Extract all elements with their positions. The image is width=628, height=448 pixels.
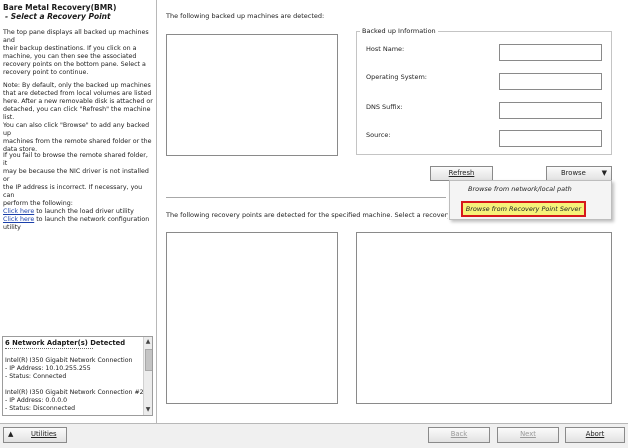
browse-network-local-option[interactable]: Browse from network/local path xyxy=(468,185,572,193)
network-adapters-panel[interactable]: 6 Network Adapter(s) Detected Intel(R) I… xyxy=(2,336,153,416)
scroll-up-icon[interactable]: ▲ xyxy=(144,337,152,347)
network-config-line: Click here to launch the network configu… xyxy=(3,216,153,224)
description-line: machine, you can then see the associated xyxy=(3,53,137,60)
note-paragraph: Note: By default, only the backed up mac… xyxy=(3,82,153,154)
description-line: The top pane displays all backed up mach… xyxy=(3,29,149,44)
host-name-label: Host Name: xyxy=(366,45,405,53)
troubleshoot-line: the IP address is incorrect. If necessar… xyxy=(3,184,143,199)
refresh-button[interactable]: Refresh xyxy=(430,166,493,181)
source-field[interactable] xyxy=(499,130,602,147)
pane-divider xyxy=(166,197,446,198)
scroll-down-icon[interactable]: ▼ xyxy=(144,405,152,415)
page-subtitle: - Select a Recovery Point xyxy=(5,12,111,21)
load-driver-line: Click here to launch the load driver uti… xyxy=(3,208,153,216)
os-field[interactable] xyxy=(499,73,602,90)
description-line: their backup destinations. If you click … xyxy=(3,45,137,52)
description-paragraph: The top pane displays all backed up mach… xyxy=(3,29,153,77)
scrollbar-thumb[interactable] xyxy=(145,349,152,371)
abort-label: Abort xyxy=(585,430,605,438)
note-line: detached, you can click "Refresh" the ma… xyxy=(3,106,151,121)
network-config-link[interactable]: Click here xyxy=(3,216,34,223)
note-line: Note: By default, only the backed up mac… xyxy=(3,82,151,89)
note-line: machines from the remote shared folder o… xyxy=(3,138,152,145)
utilities-button[interactable]: ▲ Utilities xyxy=(3,427,67,443)
description-line: recovery points on the bottom pane. Sele… xyxy=(3,61,146,68)
note-line: here. After a new removable disk is atta… xyxy=(3,98,153,105)
browse-label: Browse xyxy=(561,169,586,177)
load-driver-text: to launch the load driver utility xyxy=(34,208,134,215)
troubleshoot-line: may be because the NIC driver is not ins… xyxy=(3,168,149,183)
machines-label: The following backed up machines are det… xyxy=(166,12,325,20)
utilities-label: Utilities xyxy=(31,430,57,438)
next-button[interactable]: Next xyxy=(497,427,559,443)
machines-list[interactable] xyxy=(166,34,338,156)
next-label: Next xyxy=(520,430,536,438)
host-name-field[interactable] xyxy=(499,44,602,61)
browse-recovery-point-server-option[interactable]: Browse from Recovery Point Server xyxy=(461,201,586,217)
page-title: Bare Metal Recovery(BMR) xyxy=(3,3,117,12)
back-label: Back xyxy=(450,430,468,438)
network-config-line-2: utility xyxy=(3,224,21,231)
recovery-points-label: The following recovery points are detect… xyxy=(166,211,448,219)
adapter-line: - IP Address: 10.10.255.255 xyxy=(5,365,91,372)
dns-suffix-label: DNS Suffix: xyxy=(366,103,403,111)
troubleshoot-paragraph: If you fail to browse the remote shared … xyxy=(3,152,153,232)
adapter-line: - Status: Disconnected xyxy=(5,405,76,412)
browse-button[interactable]: Browse ▼ xyxy=(546,166,612,181)
refresh-label: Refresh xyxy=(448,169,475,177)
up-arrow-icon: ▲ xyxy=(8,430,14,438)
back-button[interactable]: Back xyxy=(428,427,490,443)
load-driver-link[interactable]: Click here xyxy=(3,208,34,215)
adapter-line: Intel(R) I350 Gigabit Network Connection xyxy=(5,357,133,364)
note-line: that are detected from local volumes are… xyxy=(3,90,152,97)
network-header-divider xyxy=(5,348,93,349)
network-adapters-header: 6 Network Adapter(s) Detected xyxy=(5,339,126,347)
network-adapter-list: Intel(R) I350 Gigabit Network Connection… xyxy=(5,357,144,413)
adapter-spacer xyxy=(5,381,144,389)
troubleshoot-line: perform the following: xyxy=(3,200,73,207)
backed-up-info-legend: Backed up Information xyxy=(360,27,438,35)
recovery-points-tree[interactable] xyxy=(166,232,338,404)
adapter-line: - Status: Connected xyxy=(5,373,67,380)
os-label: Operating System: xyxy=(366,73,427,81)
left-pane: Bare Metal Recovery(BMR) - Select a Reco… xyxy=(0,0,157,423)
network-config-text: to launch the network configuration xyxy=(34,216,150,223)
dropdown-arrow-icon: ▼ xyxy=(601,169,607,177)
abort-button[interactable]: Abort xyxy=(565,427,625,443)
description-line: recovery point to continue. xyxy=(3,69,89,76)
troubleshoot-line: If you fail to browse the remote shared … xyxy=(3,152,148,167)
source-label: Source: xyxy=(366,131,391,139)
adapter-line: Intel(R) I350 Gigabit Network Connection… xyxy=(5,389,144,396)
dns-suffix-field[interactable] xyxy=(499,102,602,119)
adapter-line: - IP Address: 0.0.0.0 xyxy=(5,397,68,404)
recovery-point-details[interactable] xyxy=(356,232,612,404)
note-line: You can also click "Browse" to add any b… xyxy=(3,122,150,137)
network-scrollbar[interactable]: ▲ ▼ xyxy=(143,337,152,415)
